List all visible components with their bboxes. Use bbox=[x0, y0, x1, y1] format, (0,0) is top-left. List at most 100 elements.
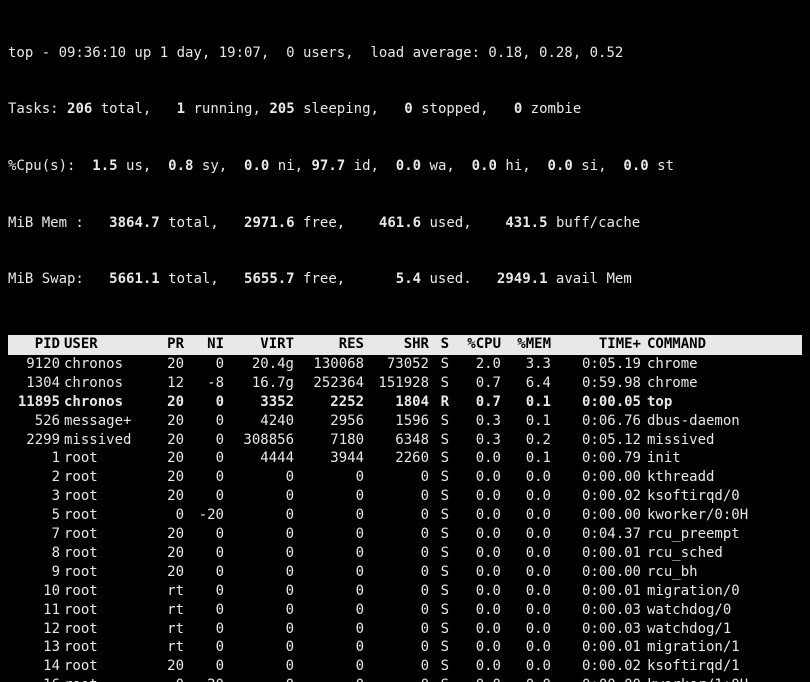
process-table-body: 9120chronos20020.4g13006873052S2.03.30:0… bbox=[8, 355, 802, 682]
cell-s: S bbox=[429, 601, 451, 620]
process-table-header: PID USER PR NI VIRT RES SHR S %CPU %MEM … bbox=[8, 335, 802, 355]
cell-pr: 20 bbox=[144, 412, 184, 431]
cell-pr: 20 bbox=[144, 544, 184, 563]
cell-s: S bbox=[429, 676, 451, 682]
summary-line-swap: MiB Swap: 5661.1 total, 5655.7 free, 5.4… bbox=[8, 270, 802, 289]
cell-s: R bbox=[429, 393, 451, 412]
cell-user: root bbox=[60, 487, 144, 506]
cell-mem: 6.4 bbox=[501, 374, 551, 393]
cell-res: 252364 bbox=[294, 374, 364, 393]
cell-time: 0:04.37 bbox=[551, 525, 641, 544]
cell-user: root bbox=[60, 620, 144, 639]
cell-s: S bbox=[429, 582, 451, 601]
cell-virt: 16.7g bbox=[224, 374, 294, 393]
cell-mem: 0.0 bbox=[501, 487, 551, 506]
cell-mem: 0.0 bbox=[501, 601, 551, 620]
cell-pid: 13 bbox=[8, 638, 60, 657]
cell-time: 0:00.00 bbox=[551, 563, 641, 582]
cell-time: 0:00.79 bbox=[551, 449, 641, 468]
cell-pr: 20 bbox=[144, 563, 184, 582]
cell-user: root bbox=[60, 676, 144, 682]
cell-shr: 151928 bbox=[364, 374, 429, 393]
cell-time: 0:00.00 bbox=[551, 506, 641, 525]
cell-shr: 0 bbox=[364, 638, 429, 657]
cell-s: S bbox=[429, 620, 451, 639]
table-row: 2root200000S0.00.00:00.00kthreadd bbox=[8, 468, 802, 487]
cell-shr: 0 bbox=[364, 525, 429, 544]
cell-mem: 0.1 bbox=[501, 449, 551, 468]
col-s: S bbox=[429, 335, 451, 354]
table-row: 14root200000S0.00.00:00.02ksoftirqd/1 bbox=[8, 657, 802, 676]
cell-shr: 6348 bbox=[364, 431, 429, 450]
cell-user: root bbox=[60, 449, 144, 468]
cell-mem: 0.0 bbox=[501, 582, 551, 601]
cell-user: chronos bbox=[60, 393, 144, 412]
cell-time: 0:00.00 bbox=[551, 676, 641, 682]
cell-cpu: 0.3 bbox=[451, 431, 501, 450]
cell-cmd: kworker/0:0H bbox=[641, 506, 802, 525]
cell-pr: 0 bbox=[144, 506, 184, 525]
cell-time: 0:06.76 bbox=[551, 412, 641, 431]
cell-pid: 14 bbox=[8, 657, 60, 676]
cell-cpu: 0.7 bbox=[451, 393, 501, 412]
cell-pid: 1 bbox=[8, 449, 60, 468]
cell-pid: 12 bbox=[8, 620, 60, 639]
cell-pid: 3 bbox=[8, 487, 60, 506]
cell-res: 3944 bbox=[294, 449, 364, 468]
col-user: USER bbox=[60, 335, 144, 354]
cell-s: S bbox=[429, 506, 451, 525]
cell-user: missived bbox=[60, 431, 144, 450]
cell-ni: -8 bbox=[184, 374, 224, 393]
cell-mem: 3.3 bbox=[501, 355, 551, 374]
cell-user: root bbox=[60, 506, 144, 525]
cell-res: 0 bbox=[294, 601, 364, 620]
cell-ni: 0 bbox=[184, 563, 224, 582]
terminal: top - 09:36:10 up 1 day, 19:07, 0 users,… bbox=[0, 0, 810, 682]
cell-res: 7180 bbox=[294, 431, 364, 450]
cell-pid: 2299 bbox=[8, 431, 60, 450]
cell-user: root bbox=[60, 657, 144, 676]
cell-virt: 4240 bbox=[224, 412, 294, 431]
cell-shr: 0 bbox=[364, 620, 429, 639]
cell-ni: 0 bbox=[184, 582, 224, 601]
cell-time: 0:00.01 bbox=[551, 544, 641, 563]
cell-cmd: rcu_preempt bbox=[641, 525, 802, 544]
cell-virt: 3352 bbox=[224, 393, 294, 412]
cell-cmd: chrome bbox=[641, 355, 802, 374]
cell-cpu: 0.0 bbox=[451, 449, 501, 468]
cell-pid: 9 bbox=[8, 563, 60, 582]
cell-pid: 11895 bbox=[8, 393, 60, 412]
cell-time: 0:00.01 bbox=[551, 582, 641, 601]
cell-mem: 0.0 bbox=[501, 525, 551, 544]
cell-pid: 5 bbox=[8, 506, 60, 525]
cell-ni: 0 bbox=[184, 487, 224, 506]
cell-pid: 7 bbox=[8, 525, 60, 544]
summary-line-cpu: %Cpu(s): 1.5 us, 0.8 sy, 0.0 ni, 97.7 id… bbox=[8, 157, 802, 176]
cell-time: 0:00.02 bbox=[551, 657, 641, 676]
cell-res: 0 bbox=[294, 676, 364, 682]
cell-virt: 308856 bbox=[224, 431, 294, 450]
cell-cmd: rcu_bh bbox=[641, 563, 802, 582]
col-shr: SHR bbox=[364, 335, 429, 354]
cell-cpu: 0.0 bbox=[451, 657, 501, 676]
cell-shr: 0 bbox=[364, 563, 429, 582]
cell-cmd: kworker/1:0H bbox=[641, 676, 802, 682]
cell-cpu: 0.0 bbox=[451, 620, 501, 639]
cell-virt: 0 bbox=[224, 582, 294, 601]
cell-cmd: watchdog/0 bbox=[641, 601, 802, 620]
col-pr: PR bbox=[144, 335, 184, 354]
cell-res: 0 bbox=[294, 487, 364, 506]
cell-ni: 0 bbox=[184, 431, 224, 450]
cell-ni: 0 bbox=[184, 449, 224, 468]
cell-pr: 20 bbox=[144, 355, 184, 374]
cell-ni: -20 bbox=[184, 506, 224, 525]
cell-shr: 0 bbox=[364, 676, 429, 682]
cell-time: 0:05.12 bbox=[551, 431, 641, 450]
table-row: 16root0-20000S0.00.00:00.00kworker/1:0H bbox=[8, 676, 802, 682]
cell-mem: 0.0 bbox=[501, 468, 551, 487]
cell-cmd: migration/0 bbox=[641, 582, 802, 601]
cell-res: 0 bbox=[294, 563, 364, 582]
cell-s: S bbox=[429, 431, 451, 450]
cell-ni: -20 bbox=[184, 676, 224, 682]
cell-shr: 0 bbox=[364, 601, 429, 620]
